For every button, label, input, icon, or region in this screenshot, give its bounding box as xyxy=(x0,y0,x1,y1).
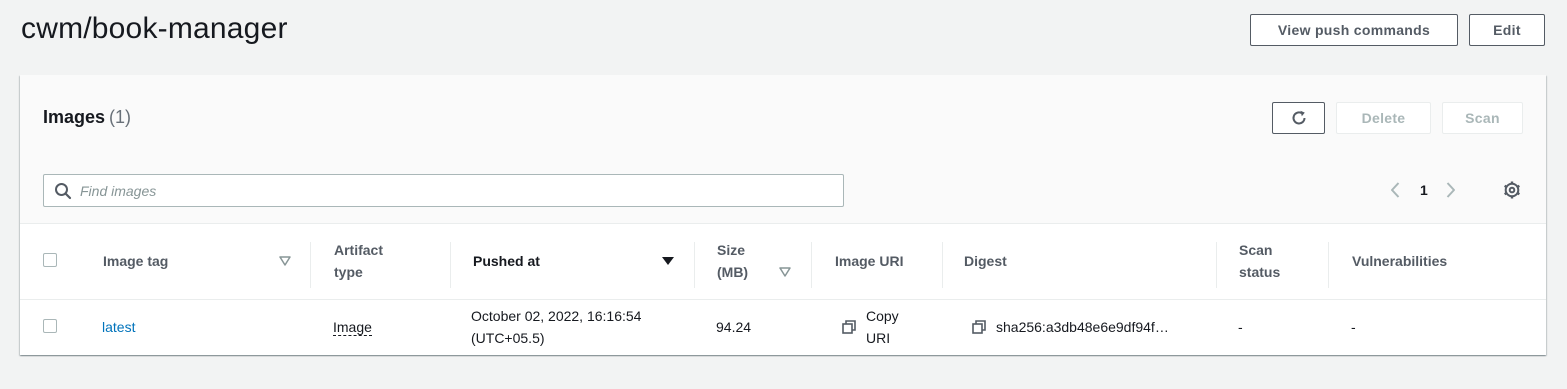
chevron-right-icon[interactable] xyxy=(1440,180,1460,200)
pushed-at-line1: October 02, 2022, 16:16:54 xyxy=(471,308,642,324)
column-divider[interactable] xyxy=(811,242,812,288)
column-divider[interactable] xyxy=(450,242,451,288)
header-row-divider xyxy=(20,299,1546,300)
col-header-size[interactable]: Size (MB) xyxy=(717,239,748,283)
edit-label: Edit xyxy=(1493,22,1521,38)
images-count: (1) xyxy=(109,107,132,127)
view-push-commands-button[interactable]: View push commands xyxy=(1250,14,1458,46)
search-input[interactable] xyxy=(80,182,780,199)
artifact-type-line2: type xyxy=(334,264,363,280)
search-icon xyxy=(55,182,72,199)
column-divider[interactable] xyxy=(942,242,943,288)
col-header-image-uri: Image URI xyxy=(835,253,904,269)
copy-uri-button[interactable]: Copy URI xyxy=(866,305,899,349)
copy-icon[interactable] xyxy=(842,320,856,334)
col-header-scan-status: Scan status xyxy=(1239,239,1280,283)
digest-value: sha256:a3db48e6e9df94f… xyxy=(996,319,1169,335)
page-number[interactable]: 1 xyxy=(1420,182,1428,198)
edit-button[interactable]: Edit xyxy=(1469,14,1545,46)
scan-label: Scan xyxy=(1465,110,1500,126)
refresh-icon xyxy=(1292,110,1305,125)
search-box xyxy=(43,174,844,207)
sort-caret-icon[interactable] xyxy=(779,267,791,277)
pushed-at-value: October 02, 2022, 16:16:54 (UTC+05.5) xyxy=(471,305,641,349)
pushed-at-line2: (UTC+05.5) xyxy=(471,330,545,346)
images-heading: Images (1) xyxy=(43,107,131,128)
image-tag-link[interactable]: latest xyxy=(102,316,135,338)
sort-desc-icon[interactable] xyxy=(661,256,675,266)
copy-uri-line2: URI xyxy=(866,330,891,346)
copy-icon[interactable] xyxy=(972,320,986,334)
column-divider[interactable] xyxy=(694,242,695,288)
pagination: 1 xyxy=(1386,180,1460,200)
column-divider[interactable] xyxy=(1328,242,1329,288)
sort-caret-icon[interactable] xyxy=(279,256,291,266)
col-header-artifact-type: Artifact type xyxy=(334,239,383,283)
artifact-type-line1: Artifact xyxy=(334,242,384,258)
artifact-type-text: Image xyxy=(333,319,372,336)
size-line1: Size xyxy=(717,242,746,258)
gear-icon[interactable] xyxy=(1502,180,1522,200)
scan-status-value: - xyxy=(1238,319,1243,335)
view-push-commands-label: View push commands xyxy=(1277,22,1431,38)
scan-status-line2: status xyxy=(1239,264,1281,280)
delete-label: Delete xyxy=(1361,110,1406,126)
col-header-digest: Digest xyxy=(964,253,1007,269)
artifact-type-value[interactable]: Image xyxy=(333,316,372,338)
images-panel: Images(1) Delete Scan 1 xyxy=(20,75,1546,355)
images-heading-label: Images xyxy=(43,107,106,127)
row-checkbox[interactable] xyxy=(43,319,57,333)
scan-status-line1: Scan xyxy=(1239,242,1273,258)
copy-uri-line1: Copy xyxy=(866,308,899,324)
column-divider[interactable] xyxy=(1216,242,1217,288)
vulnerabilities-value: - xyxy=(1351,319,1356,335)
chevron-left-icon[interactable] xyxy=(1386,180,1406,200)
col-header-vulnerabilities: Vulnerabilities xyxy=(1352,253,1448,269)
select-all-checkbox[interactable] xyxy=(43,253,57,267)
refresh-button[interactable] xyxy=(1272,102,1325,134)
size-value: 94.24 xyxy=(716,319,752,335)
col-header-pushed-at[interactable]: Pushed at xyxy=(473,250,540,272)
size-line2: (MB) xyxy=(717,264,749,280)
page-title: cwm/book-manager xyxy=(21,12,288,45)
scan-button[interactable]: Scan xyxy=(1442,102,1523,134)
column-divider[interactable] xyxy=(310,242,311,288)
col-header-image-tag[interactable]: Image tag xyxy=(103,250,168,272)
delete-button[interactable]: Delete xyxy=(1336,102,1431,134)
